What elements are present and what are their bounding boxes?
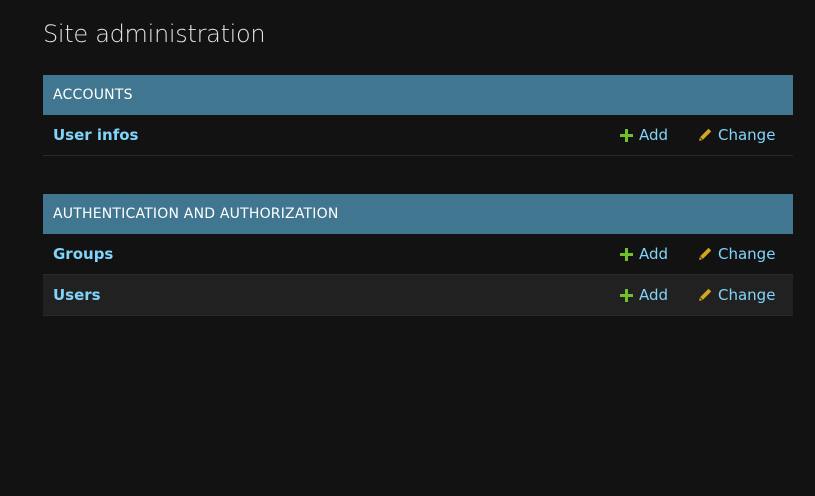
- module-header-auth[interactable]: AUTHENTICATION AND AUTHORIZATION: [43, 194, 793, 234]
- change-label: Change: [718, 286, 776, 304]
- model-link-groups[interactable]: Groups: [53, 245, 113, 263]
- change-button[interactable]: Change: [698, 245, 775, 263]
- plus-icon: [620, 128, 633, 142]
- pencil-icon: [698, 247, 712, 261]
- module-header-accounts[interactable]: ACCOUNTS: [43, 75, 793, 115]
- change-label: Change: [718, 126, 776, 144]
- pencil-icon: [698, 128, 712, 142]
- add-button[interactable]: Add: [620, 245, 668, 263]
- add-label: Add: [639, 126, 669, 144]
- table-row: Groups Add Change: [43, 234, 793, 275]
- change-button[interactable]: Change: [698, 286, 775, 304]
- add-button[interactable]: Add: [620, 286, 668, 304]
- plus-icon: [620, 247, 633, 261]
- table-row: Users Add Change: [43, 275, 793, 316]
- model-link-user-infos[interactable]: User infos: [53, 126, 138, 144]
- module-header-label: AUTHENTICATION AND AUTHORIZATION: [53, 206, 339, 222]
- pencil-icon: [698, 288, 712, 302]
- page-title: Site administration: [43, 20, 266, 48]
- table-row: User infos Add Change: [43, 115, 793, 156]
- change-button[interactable]: Change: [698, 126, 775, 144]
- add-button[interactable]: Add: [620, 126, 668, 144]
- add-label: Add: [639, 286, 669, 304]
- module-header-label: ACCOUNTS: [53, 87, 133, 103]
- plus-icon: [620, 288, 633, 302]
- module-auth: AUTHENTICATION AND AUTHORIZATION Groups …: [43, 194, 793, 316]
- model-link-users[interactable]: Users: [53, 286, 101, 304]
- module-accounts: ACCOUNTS User infos Add Change: [43, 75, 793, 156]
- change-label: Change: [718, 245, 776, 263]
- add-label: Add: [639, 245, 669, 263]
